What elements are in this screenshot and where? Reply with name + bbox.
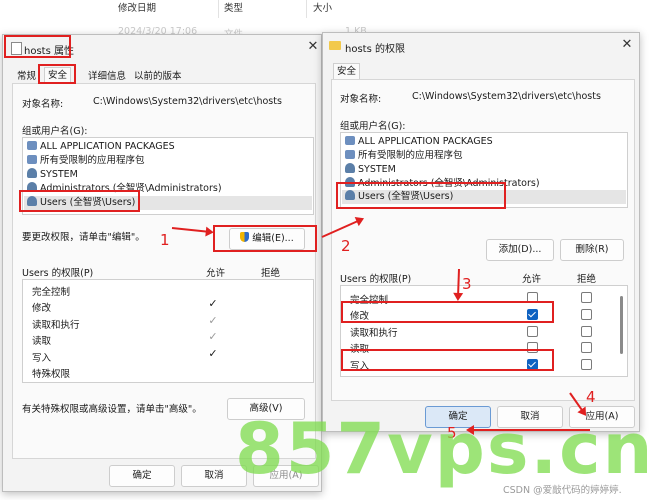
perm-full-control: 完全控制 bbox=[32, 287, 71, 298]
watermark: 857vps.cn bbox=[235, 408, 653, 490]
perm-read: 读取 bbox=[32, 336, 52, 347]
group-icon bbox=[27, 141, 37, 150]
highlight-title bbox=[4, 35, 71, 58]
tab-general[interactable]: 常规 bbox=[14, 69, 39, 84]
deny-write-checkbox[interactable] bbox=[581, 359, 592, 370]
perm-read-execute: 读取和执行 bbox=[32, 320, 80, 331]
col-separator bbox=[218, 0, 219, 18]
group-icon bbox=[345, 150, 355, 159]
perm-write: 写入 bbox=[32, 353, 52, 364]
allow-read-check-icon: ✓ bbox=[208, 330, 218, 343]
perm-label: Users 的权限(P) bbox=[340, 274, 412, 285]
list-item[interactable]: SYSTEM bbox=[345, 163, 396, 177]
groups-label: 组或用户名(G): bbox=[340, 121, 406, 132]
close-icon[interactable]: ✕ bbox=[305, 39, 321, 55]
list-item[interactable]: SYSTEM bbox=[27, 168, 78, 182]
allow-header: 允许 bbox=[522, 274, 542, 285]
allow-read-execute-check-icon: ✓ bbox=[208, 314, 218, 327]
highlight-modify-row bbox=[341, 301, 554, 323]
col-header-date[interactable]: 修改日期 bbox=[118, 0, 156, 18]
change-hint: 要更改权限，请单击"编辑"。 bbox=[22, 232, 145, 243]
list-item[interactable]: ALL APPLICATION PACKAGES bbox=[27, 140, 175, 154]
highlight-security-tab bbox=[38, 64, 76, 84]
allow-header: 允许 bbox=[206, 268, 226, 279]
perm-special: 特殊权限 bbox=[32, 369, 71, 380]
credit-watermark: CSDN @爱敲代码的婷婷婷. bbox=[503, 485, 622, 496]
object-name-label: 对象名称: bbox=[340, 94, 382, 105]
tab-security[interactable]: 安全 bbox=[333, 63, 361, 79]
step-number-2: 2 bbox=[341, 237, 351, 255]
list-item[interactable]: 所有受限制的应用程序包 bbox=[27, 154, 145, 168]
highlight-users-left bbox=[19, 190, 140, 212]
permissions-list: 完全控制 修改 读取和执行 读取 写入 特殊权限 ✓ ✓ ✓ ✓ bbox=[22, 279, 314, 383]
user-icon bbox=[27, 168, 37, 178]
deny-modify-checkbox[interactable] bbox=[581, 309, 592, 320]
step-number-1: 1 bbox=[160, 231, 170, 249]
highlight-users-right bbox=[336, 182, 506, 209]
allow-read-execute-checkbox[interactable] bbox=[527, 326, 538, 337]
permissions-scrollbar[interactable] bbox=[620, 296, 623, 354]
highlight-write-row bbox=[341, 349, 554, 371]
group-icon bbox=[27, 155, 37, 164]
remove-button[interactable]: 删除(R) bbox=[560, 239, 624, 261]
groups-label: 组或用户名(G): bbox=[22, 126, 88, 137]
deny-read-checkbox[interactable] bbox=[581, 342, 592, 353]
perm-modify: 修改 bbox=[32, 303, 52, 314]
col-header-size[interactable]: 大小 bbox=[313, 0, 332, 18]
col-separator bbox=[306, 0, 307, 18]
step-number-3: 3 bbox=[462, 275, 472, 293]
group-icon bbox=[345, 136, 355, 145]
folder-icon bbox=[329, 41, 341, 50]
ok-button[interactable]: 确定 bbox=[109, 465, 175, 487]
list-item[interactable]: 所有受限制的应用程序包 bbox=[345, 149, 463, 163]
deny-header: 拒绝 bbox=[577, 274, 597, 285]
highlight-edit-button bbox=[213, 225, 317, 252]
tab-details[interactable]: 详细信息 bbox=[85, 69, 129, 84]
permissions-dialog: hosts 的权限 ✕ 安全 对象名称: C:\Windows\System32… bbox=[322, 32, 640, 432]
perm-label: Users 的权限(P) bbox=[22, 268, 94, 279]
perm-read-execute: 读取和执行 bbox=[350, 328, 398, 339]
deny-header: 拒绝 bbox=[261, 268, 281, 279]
deny-full-control-checkbox[interactable] bbox=[581, 292, 592, 303]
add-button[interactable]: 添加(D)... bbox=[486, 239, 554, 261]
close-icon[interactable]: ✕ bbox=[619, 37, 635, 53]
permissions-titlebar: hosts 的权限 ✕ bbox=[323, 33, 639, 61]
col-header-type[interactable]: 类型 bbox=[224, 0, 243, 18]
object-name-label: 对象名称: bbox=[22, 99, 64, 110]
tab-previous-versions[interactable]: 以前的版本 bbox=[131, 69, 185, 84]
allow-modify-check-icon: ✓ bbox=[208, 297, 218, 310]
object-name-value: C:\Windows\System32\drivers\etc\hosts bbox=[93, 96, 282, 107]
user-icon bbox=[345, 163, 355, 173]
list-item[interactable]: ALL APPLICATION PACKAGES bbox=[345, 135, 493, 149]
deny-read-execute-checkbox[interactable] bbox=[581, 326, 592, 337]
allow-write-check-icon: ✓ bbox=[208, 347, 218, 360]
permissions-title: hosts 的权限 bbox=[345, 44, 405, 55]
step-number-4: 4 bbox=[586, 388, 596, 406]
security-pane: 对象名称: C:\Windows\System32\drivers\etc\ho… bbox=[12, 83, 316, 459]
advanced-hint: 有关特殊权限或高级设置，请单击"高级"。 bbox=[22, 404, 202, 415]
object-name-value: C:\Windows\System32\drivers\etc\hosts bbox=[412, 91, 601, 102]
